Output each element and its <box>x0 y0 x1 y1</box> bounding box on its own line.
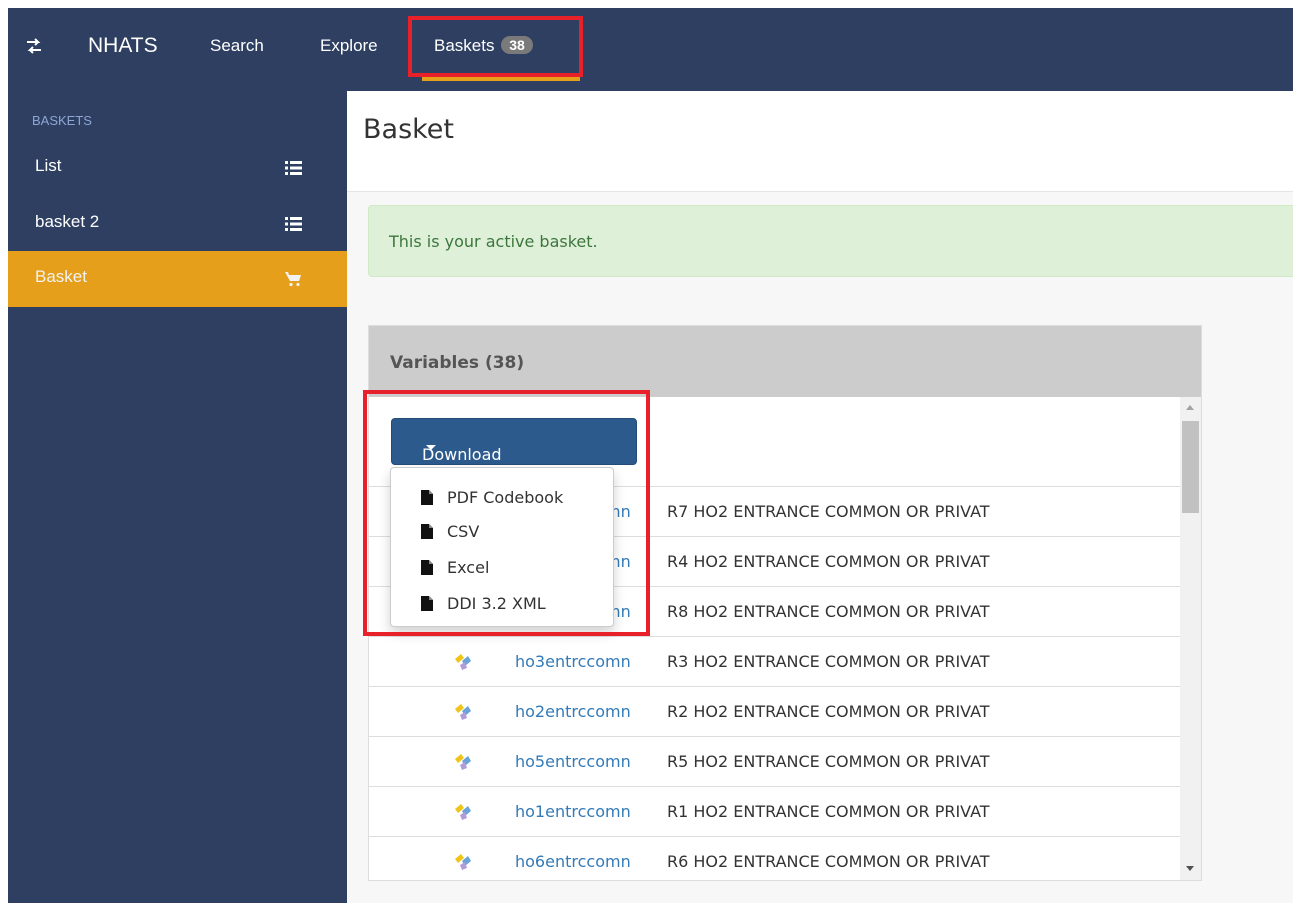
file-icon <box>421 596 433 611</box>
sidebar-item-basket-2[interactable]: basket 2 <box>8 196 347 252</box>
download-metadata-menu: PDF Codebook CSV Excel DDI 3.2 XML <box>390 467 614 627</box>
variable-name-link[interactable]: ho1entrccomn <box>515 802 631 821</box>
cart-icon <box>285 271 302 287</box>
baskets-count-badge: 38 <box>501 36 533 54</box>
menu-item-csv[interactable]: CSV <box>421 514 611 548</box>
variable-icon <box>453 753 473 771</box>
list-icon <box>285 216 302 232</box>
active-basket-alert: This is your active basket. <box>368 205 1293 277</box>
menu-item-label: Excel <box>447 558 490 577</box>
sidebar-item-basket[interactable]: Basket <box>8 251 347 307</box>
scroll-down-arrow-icon[interactable] <box>1186 866 1194 871</box>
panel-title: Variables (38) <box>390 353 525 373</box>
variable-name-link[interactable]: ho3entrccomn <box>515 652 631 671</box>
page-title: Basket <box>363 114 455 145</box>
sidebar-item-label: List <box>35 156 62 175</box>
menu-item-pdf-codebook[interactable]: PDF Codebook <box>421 480 611 514</box>
sidebar-heading: BASKETS <box>32 113 92 128</box>
variable-name-link[interactable]: ho2entrccomn <box>515 702 631 721</box>
caret-down-icon <box>426 445 436 450</box>
menu-item-label: PDF Codebook <box>447 488 564 507</box>
menu-item-label: DDI 3.2 XML <box>447 594 546 613</box>
nav-search[interactable]: Search <box>210 36 264 56</box>
alert-text: This is your active basket. <box>389 232 598 251</box>
nav-baskets[interactable]: Baskets 38 <box>434 36 533 56</box>
menu-item-excel[interactable]: Excel <box>421 550 611 584</box>
table-row[interactable]: ho1entrccomn R1 HO2 ENTRANCE COMMON OR P… <box>369 786 1180 836</box>
panel-header: Variables (38) <box>369 326 1201 397</box>
list-icon <box>285 160 302 176</box>
scroll-up-arrow-icon[interactable] <box>1186 405 1194 410</box>
scrollbar-thumb[interactable] <box>1182 421 1199 513</box>
menu-item-label: CSV <box>447 522 480 541</box>
variable-name-link[interactable]: ho5entrccomn <box>515 752 631 771</box>
variable-label: R8 HO2 ENTRANCE COMMON OR PRIVAT <box>667 602 990 621</box>
variable-label: R1 HO2 ENTRANCE COMMON OR PRIVAT <box>667 802 990 821</box>
swap-icon[interactable] <box>24 36 44 56</box>
brand-link[interactable]: NHATS <box>88 34 158 58</box>
nav-baskets-label: Baskets <box>434 36 495 55</box>
panel-scrollbar[interactable] <box>1180 397 1201 880</box>
variable-label: R6 HO2 ENTRANCE COMMON OR PRIVAT <box>667 852 990 871</box>
variable-icon <box>453 703 473 721</box>
table-row[interactable]: ho5entrccomn R5 HO2 ENTRANCE COMMON OR P… <box>369 736 1180 786</box>
file-icon <box>421 560 433 575</box>
table-row[interactable]: ho3entrccomn R3 HO2 ENTRANCE COMMON OR P… <box>369 636 1180 686</box>
file-icon <box>421 524 433 539</box>
variable-icon <box>453 653 473 671</box>
sidebar-item-label: basket 2 <box>35 212 100 231</box>
variable-icon <box>453 803 473 821</box>
top-navbar: NHATS Search Explore Baskets 38 <box>8 8 1293 91</box>
variable-label: R4 HO2 ENTRANCE COMMON OR PRIVAT <box>667 552 990 571</box>
variable-label: R3 HO2 ENTRANCE COMMON OR PRIVAT <box>667 652 990 671</box>
table-row[interactable]: ho2entrccomn R2 HO2 ENTRANCE COMMON OR P… <box>369 686 1180 736</box>
table-row[interactable]: ho6entrccomn R6 HO2 ENTRANCE COMMON OR P… <box>369 836 1180 886</box>
variable-icon <box>453 853 473 871</box>
file-icon <box>421 490 433 505</box>
variable-name-link[interactable]: ho6entrccomn <box>515 852 631 871</box>
download-metadata-button[interactable]: Download Metadata <box>391 418 637 483</box>
menu-item-ddi-xml[interactable]: DDI 3.2 XML <box>421 586 611 620</box>
sidebar-item-label: Basket <box>35 267 87 286</box>
nav-explore[interactable]: Explore <box>320 36 378 56</box>
sidebar: BASKETS List basket 2 Basket <box>8 91 347 903</box>
variable-label: R7 HO2 ENTRANCE COMMON OR PRIVAT <box>667 502 990 521</box>
active-tab-indicator <box>422 75 580 81</box>
variable-label: R5 HO2 ENTRANCE COMMON OR PRIVAT <box>667 752 990 771</box>
sidebar-item-list[interactable]: List <box>8 140 347 196</box>
variable-label: R2 HO2 ENTRANCE COMMON OR PRIVAT <box>667 702 990 721</box>
